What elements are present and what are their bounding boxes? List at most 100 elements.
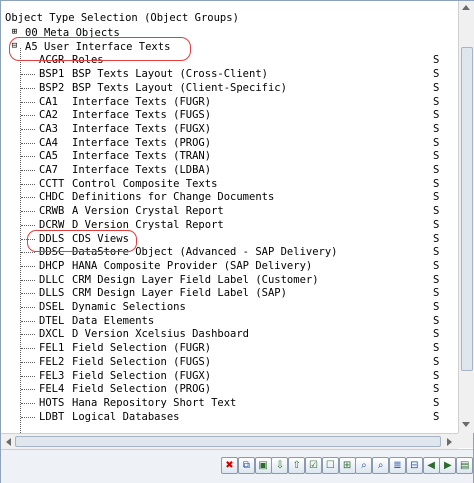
object-type-code: CA1	[39, 95, 58, 108]
object-type-flag: S	[433, 328, 440, 341]
select-all-icon[interactable]: ☑	[305, 457, 322, 474]
object-type-flag: S	[433, 396, 440, 409]
tree-item-text: FEL1 Field Selection (FUGR)	[39, 342, 211, 355]
object-type-description: Data Elements	[72, 314, 155, 327]
find-next-icon[interactable]: ⌕	[372, 457, 390, 474]
object-type-flag: S	[433, 355, 440, 368]
scroll-right-icon[interactable]	[447, 438, 452, 446]
tree-item-text: CHDC Definitions for Change Documents	[39, 191, 274, 204]
object-type-description: D Version Xcelsius Dashboard	[72, 328, 250, 341]
scrollbar-corner	[458, 433, 473, 448]
vertical-scroll-thumb[interactable]	[461, 47, 473, 371]
object-type-description: CRM Design Layer Field Label (SAP)	[72, 287, 287, 300]
tree-item-text: CA5 Interface Texts (TRAN)	[39, 150, 211, 163]
object-tree[interactable]: Object Type Selection (Object Groups) ⊞ 0…	[1, 1, 458, 433]
object-type-code: CCTT	[39, 177, 65, 190]
tree-item-text: CCTT Control Composite Texts	[39, 178, 217, 191]
page-icon[interactable]: ▤	[456, 457, 474, 474]
tree-item-text: FEL3 Field Selection (FUGX)	[39, 370, 211, 383]
object-type-description: Interface Texts (TRAN)	[72, 150, 212, 163]
object-type-flag: S	[433, 95, 440, 108]
object-type-flag: S	[433, 109, 440, 122]
tree-item-dtel[interactable]: DTEL Data Elements S	[1, 315, 458, 328]
object-type-flag: S	[433, 287, 440, 300]
object-type-description: D Version Crystal Report	[72, 218, 224, 231]
vertical-scrollbar[interactable]	[458, 1, 474, 433]
object-type-description: Interface Texts (FUGS)	[72, 109, 212, 122]
scroll-down-icon[interactable]	[462, 422, 470, 427]
tree-item-bsp2[interactable]: BSP2 BSP Texts Layout (Client-Specific) S	[1, 82, 458, 95]
object-type-flag: S	[433, 54, 440, 67]
tree-item-dsel[interactable]: DSEL Dynamic Selections S	[1, 301, 458, 314]
tree-item-ca3[interactable]: CA3 Interface Texts (FUGX) S	[1, 123, 458, 136]
tree-item-text: HOTS Hana Repository Short Text	[39, 397, 236, 410]
object-type-code: CA5	[39, 150, 58, 163]
object-type-description: Logical Databases	[72, 410, 180, 423]
tree-item-crwb[interactable]: CRWB A Version Crystal Report S	[1, 205, 458, 218]
previous-icon[interactable]: ◀	[422, 457, 440, 474]
object-type-flag: S	[433, 369, 440, 382]
tree-item-fel4[interactable]: FEL4 Field Selection (PROG) S	[1, 383, 458, 396]
object-type-flag: S	[433, 232, 440, 245]
tree-root-label: Object Type Selection (Object Groups)	[5, 12, 239, 24]
tree-item-text: DHCP HANA Composite Provider (SAP Deliver…	[39, 260, 312, 273]
tree-item-ca1[interactable]: CA1 Interface Texts (FUGR) S	[1, 96, 458, 109]
tree-item-dllc[interactable]: DLLC CRM Design Layer Field Label (Custom…	[1, 274, 458, 287]
object-type-flag: S	[433, 205, 440, 218]
object-type-code: LDBT	[39, 410, 65, 423]
tree-item-dxcl[interactable]: DXCL D Version Xcelsius Dashboard S	[1, 328, 458, 341]
tree-item-fel3[interactable]: FEL3 Field Selection (FUGX) S	[1, 370, 458, 383]
object-type-flag: S	[433, 273, 440, 286]
object-type-flag: S	[433, 314, 440, 327]
object-type-description: Interface Texts (PROG)	[72, 136, 212, 149]
expand-subtree-icon[interactable]: ⇩	[271, 457, 289, 474]
object-type-flag: S	[433, 81, 440, 94]
object-type-description: Field Selection (FUGX)	[72, 369, 212, 382]
tree-item-ca4[interactable]: CA4 Interface Texts (PROG) S	[1, 137, 458, 150]
object-type-description: Control Composite Texts	[72, 177, 218, 190]
cancel-icon[interactable]: ✖	[221, 457, 238, 474]
object-type-description: Interface Texts (LDBA)	[72, 164, 212, 176]
tree-structure-icon[interactable]: ⊞	[338, 457, 356, 474]
tree-item-dlls[interactable]: DLLS CRM Design Layer Field Label (SAP) S	[1, 287, 458, 300]
object-type-code: CA4	[39, 136, 58, 149]
save-variant-icon[interactable]: ⊟	[405, 457, 423, 474]
horizontal-scrollbar[interactable]	[1, 433, 458, 449]
object-type-description: Interface Texts (FUGR)	[72, 95, 212, 108]
scroll-left-icon[interactable]	[6, 438, 11, 446]
tree-item-bsp1[interactable]: BSP1 BSP Texts Layout (Cross-Client) S	[1, 68, 458, 81]
tree-item-dhcp[interactable]: DHCP HANA Composite Provider (SAP Deliver…	[1, 260, 458, 273]
tree-item-fel2[interactable]: FEL2 Field Selection (FUGS) S	[1, 356, 458, 369]
object-type-flag: S	[433, 259, 440, 272]
tree-item-ca5[interactable]: CA5 Interface Texts (TRAN) S	[1, 150, 458, 163]
object-type-flag: S	[433, 150, 440, 163]
tree-item-fel1[interactable]: FEL1 Field Selection (FUGR) S	[1, 342, 458, 355]
tree-item-cctt[interactable]: CCTT Control Composite Texts S	[1, 178, 458, 191]
copy-icon[interactable]: ⧉	[237, 457, 255, 474]
tree-item-text: LDBT Logical Databases	[39, 411, 179, 424]
scroll-up-icon[interactable]	[462, 5, 470, 10]
tree-item-chdc[interactable]: CHDC Definitions for Change Documents S	[1, 191, 458, 204]
collapse-subtree-icon[interactable]: ⇧	[288, 457, 306, 474]
object-type-code: DLLS	[39, 287, 65, 300]
deselect-all-icon[interactable]: ☐	[321, 457, 339, 474]
filter-icon[interactable]: ≣	[389, 457, 406, 474]
tree-item-text: CA3 Interface Texts (FUGX)	[39, 123, 211, 136]
tree-item-ca7[interactable]: CA7 Interface Texts (LDBA) S	[1, 164, 458, 177]
object-type-code: DLLC	[39, 273, 65, 286]
tree-item-hots[interactable]: HOTS Hana Repository Short Text S	[1, 397, 458, 410]
tree-item-ca2[interactable]: CA2 Interface Texts (FUGS) S	[1, 109, 458, 122]
object-type-description: A Version Crystal Report	[72, 205, 224, 218]
find-icon[interactable]: ⌕	[355, 457, 373, 474]
next-icon[interactable]: ▶	[439, 457, 457, 474]
horizontal-scroll-thumb[interactable]	[15, 436, 441, 447]
object-type-flag: S	[433, 191, 440, 204]
object-type-code: DTEL	[39, 314, 65, 327]
tree-item-text: FEL4 Field Selection (PROG)	[39, 383, 211, 396]
object-type-code: CA7	[39, 164, 58, 176]
object-type-description: Hana Repository Short Text	[72, 396, 237, 409]
select-block-icon[interactable]: ▣	[254, 457, 272, 474]
expand-node-icon[interactable]: ⊞	[10, 28, 19, 37]
tree-item-ldbt[interactable]: LDBT Logical Databases S	[1, 411, 458, 424]
bottom-toolbar: ✖ ⧉ ▣ ⇩ ⇧ ☑ ☐ ⊞ ⌕ ⌕ ≣ ⊟ ◀ ▶ ▤	[1, 449, 474, 483]
